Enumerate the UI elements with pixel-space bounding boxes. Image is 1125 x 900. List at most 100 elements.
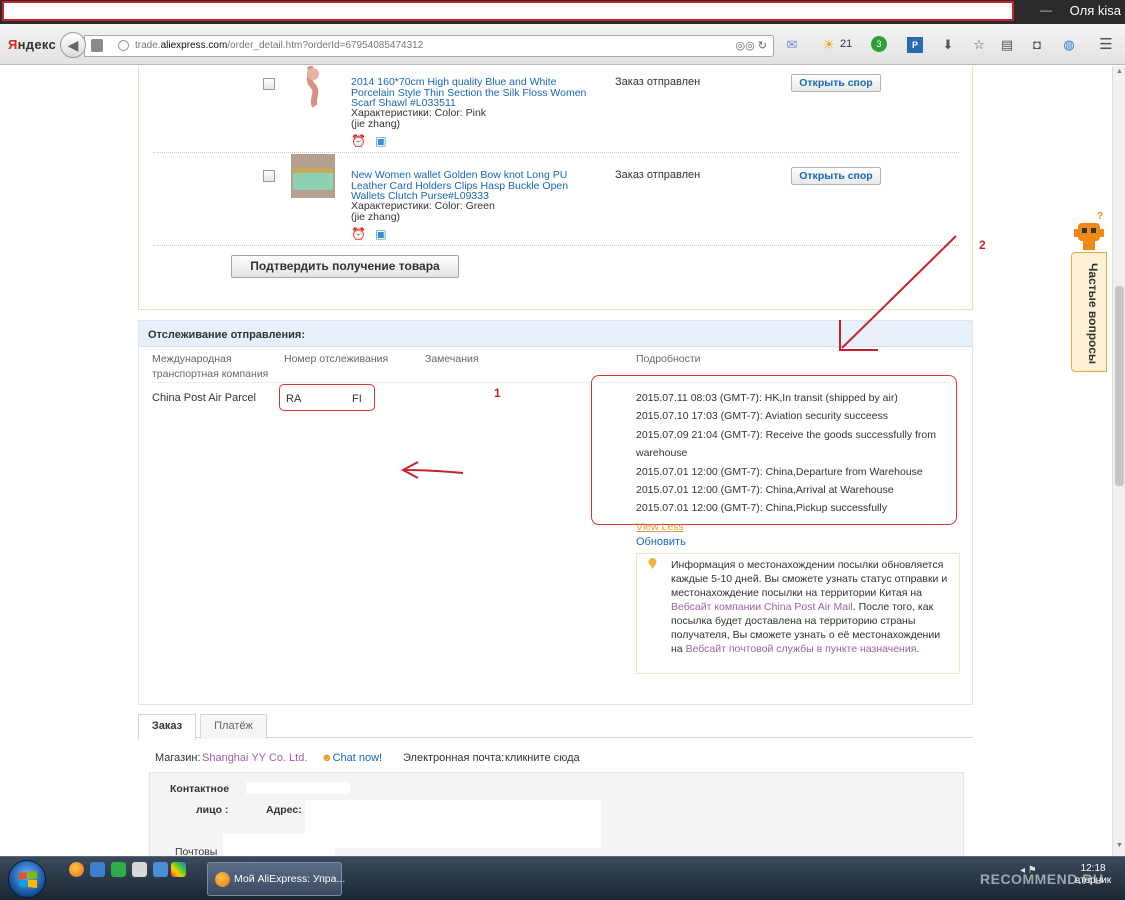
tracking-event: 2015.07.01 12:00 (GMT-7): China,Arrival … [636, 484, 894, 496]
annotation-label-1: 1 [494, 386, 501, 400]
yandex-logo[interactable]: Яндекс [8, 37, 56, 52]
chat-now-label: Chat now! [332, 752, 383, 764]
mail-icon[interactable]: ✉ [784, 37, 800, 53]
clipboard-icon[interactable]: ▤ [999, 37, 1015, 53]
utorrent-icon[interactable] [111, 862, 126, 877]
reader-reload-icons[interactable]: ◎◎ ↻ [736, 39, 767, 52]
camera-icon[interactable]: ▣ [375, 134, 386, 148]
badge-counter-icon[interactable]: 3 [871, 36, 887, 52]
faq-side-tab[interactable]: Частые вопросы [1071, 252, 1107, 372]
scroll-down-icon[interactable]: ▼ [1115, 842, 1124, 852]
shop-label: Магазин: [155, 752, 201, 764]
tracking-section: Отслеживание отправления: Международная … [138, 320, 973, 705]
product-action-icons: ⏰ ▣ [351, 227, 387, 241]
menu-hamburger-icon[interactable]: ☰ [1098, 37, 1114, 53]
tracking-event: warehouse [636, 447, 688, 459]
globe-icon [118, 40, 129, 51]
tab-payment[interactable]: Платёж [200, 714, 267, 739]
browser-toolbar: Яндекс trade.aliexpress.com/order_detail… [0, 24, 1125, 65]
location-pin-icon [648, 558, 657, 569]
page-scrollbar[interactable]: ▲ ▼ [1112, 66, 1125, 856]
order-status: Заказ отправлен [615, 169, 701, 181]
tracking-header: Отслеживание отправления: [139, 321, 972, 347]
tracking-number-start: RA [286, 393, 302, 405]
product-title[interactable]: New Women wallet Golden Bow knot Long PU… [351, 170, 596, 202]
product-title[interactable]: 2014 160*70cm High quality Blue and Whit… [351, 77, 596, 109]
product-seller: (jie zhang) [351, 211, 401, 223]
tracking-event: 2015.07.09 21:04 (GMT-7): Receive the go… [636, 429, 936, 441]
tracking-number-end: FI [352, 393, 362, 405]
clock[interactable]: 12:18 вторник [1075, 863, 1111, 887]
product-image-wallet[interactable] [291, 154, 335, 198]
open-dispute-button[interactable]: Открыть спор [791, 74, 881, 92]
redacted-field [305, 800, 601, 848]
yandex-logo-y: Я [8, 37, 18, 52]
tracking-number-highlight: RA FI [279, 384, 375, 411]
desktop-icon[interactable] [90, 862, 105, 877]
tracking-title: Отслеживание отправления: [148, 329, 305, 341]
arrow-left-icon: ◀ [67, 37, 79, 53]
windows-taskbar: Мой AliExpress: Упра... ◂ ⚑ RECOMMEND.RU… [0, 856, 1125, 900]
column-header-notes: Замечания [425, 353, 479, 365]
page-content: 2014 160*70cm High quality Blue and Whit… [0, 66, 1112, 856]
email-link[interactable]: кликните сюда [505, 752, 580, 764]
minimize-button[interactable]: — [1040, 3, 1052, 17]
annotation-label-2: 2 [979, 238, 986, 252]
address-bar[interactable]: trade.aliexpress.com/order_detail.htm?or… [84, 35, 774, 57]
product-image-scarf[interactable] [291, 66, 335, 110]
info-text-part: Информация о местонахождении посылки обн… [671, 559, 948, 599]
chat-now-link[interactable]: ☻Chat now! [321, 752, 382, 764]
product-seller: (jie zhang) [351, 118, 401, 130]
taskbar-item-label: Мой AliExpress: Упра... [234, 873, 346, 885]
clock-day: вторник [1075, 875, 1112, 886]
help-robot-icon[interactable]: ? [1071, 210, 1107, 252]
window-titlebar: — Оля kisa [0, 0, 1125, 24]
destination-post-link[interactable]: Вебсайт почтовой службы в пункте назначе… [686, 643, 917, 655]
bookmark-icon[interactable] [91, 39, 103, 52]
taskbar-item-aliexpress[interactable]: Мой AliExpress: Упра... [207, 862, 346, 896]
tracking-event: 2015.07.11 08:03 (GMT-7): HK,In transit … [636, 392, 898, 404]
confirm-receipt-button[interactable]: Подтвердить получение товара [231, 255, 459, 278]
open-dispute-button[interactable]: Открыть спор [791, 167, 881, 185]
clock-time: 12:18 [1080, 863, 1106, 874]
calculator-icon[interactable] [132, 862, 147, 877]
start-button[interactable] [8, 860, 46, 898]
paint-icon[interactable] [171, 862, 186, 877]
alarm-clock-icon[interactable]: ⏰ [351, 134, 366, 148]
scroll-up-icon[interactable]: ▲ [1115, 68, 1124, 78]
product-checkbox[interactable] [263, 170, 275, 182]
svg-text:?: ? [1097, 211, 1103, 222]
weather-sun-icon[interactable]: ☀ [821, 37, 837, 53]
globe-world-icon[interactable]: ◍ [1061, 37, 1077, 53]
download-icon[interactable]: ⬇ [940, 37, 956, 53]
contact-person-label-1: Контактное [170, 783, 230, 795]
url-path: /order_detail.htm?orderId=67954085474312 [227, 40, 424, 51]
china-post-link[interactable]: Вебсайт компании China Post Air Mail [671, 601, 853, 613]
star-icon[interactable]: ☆ [971, 37, 987, 53]
explorer-icon[interactable] [153, 862, 168, 877]
refresh-link[interactable]: Обновить [636, 536, 686, 548]
back-button[interactable]: ◀ [60, 32, 86, 58]
url-text: trade.aliexpress.com/order_detail.htm?or… [135, 40, 423, 51]
tracking-info-box: Информация о местонахождении посылки обн… [636, 553, 960, 674]
product-action-icons: ⏰ ▣ [351, 134, 387, 148]
tracking-event: 2015.07.01 12:00 (GMT-7): China,Pickup s… [636, 502, 887, 514]
alarm-clock-icon[interactable]: ⏰ [351, 227, 366, 241]
tab-order[interactable]: Заказ [138, 714, 196, 740]
address-label: Адрес: [266, 804, 302, 816]
column-header-details: Подробности [636, 353, 701, 365]
product-attributes: Характеристики: Color: Pink [351, 107, 487, 119]
scroll-thumb[interactable] [1115, 286, 1124, 486]
tracking-event: 2015.07.10 17:03 (GMT-7): Aviation secur… [636, 410, 888, 422]
camera-icon[interactable]: ▣ [375, 227, 386, 241]
product-checkbox[interactable] [263, 78, 275, 90]
view-less-link[interactable]: View Less [636, 521, 684, 533]
tracking-event: 2015.07.01 12:00 (GMT-7): China,Departur… [636, 466, 923, 478]
tracking-info-text: Информация о местонахождении посылки обн… [671, 558, 951, 656]
firefox-icon[interactable] [69, 862, 84, 877]
extension-p-icon[interactable]: P [907, 37, 923, 53]
column-header-carrier: Международная транспортная компания [152, 352, 268, 382]
redacted-field [223, 834, 335, 856]
pocket-icon[interactable]: ◘ [1029, 37, 1045, 53]
shop-name-link[interactable]: Shanghai YY Co. Ltd. [202, 752, 307, 764]
